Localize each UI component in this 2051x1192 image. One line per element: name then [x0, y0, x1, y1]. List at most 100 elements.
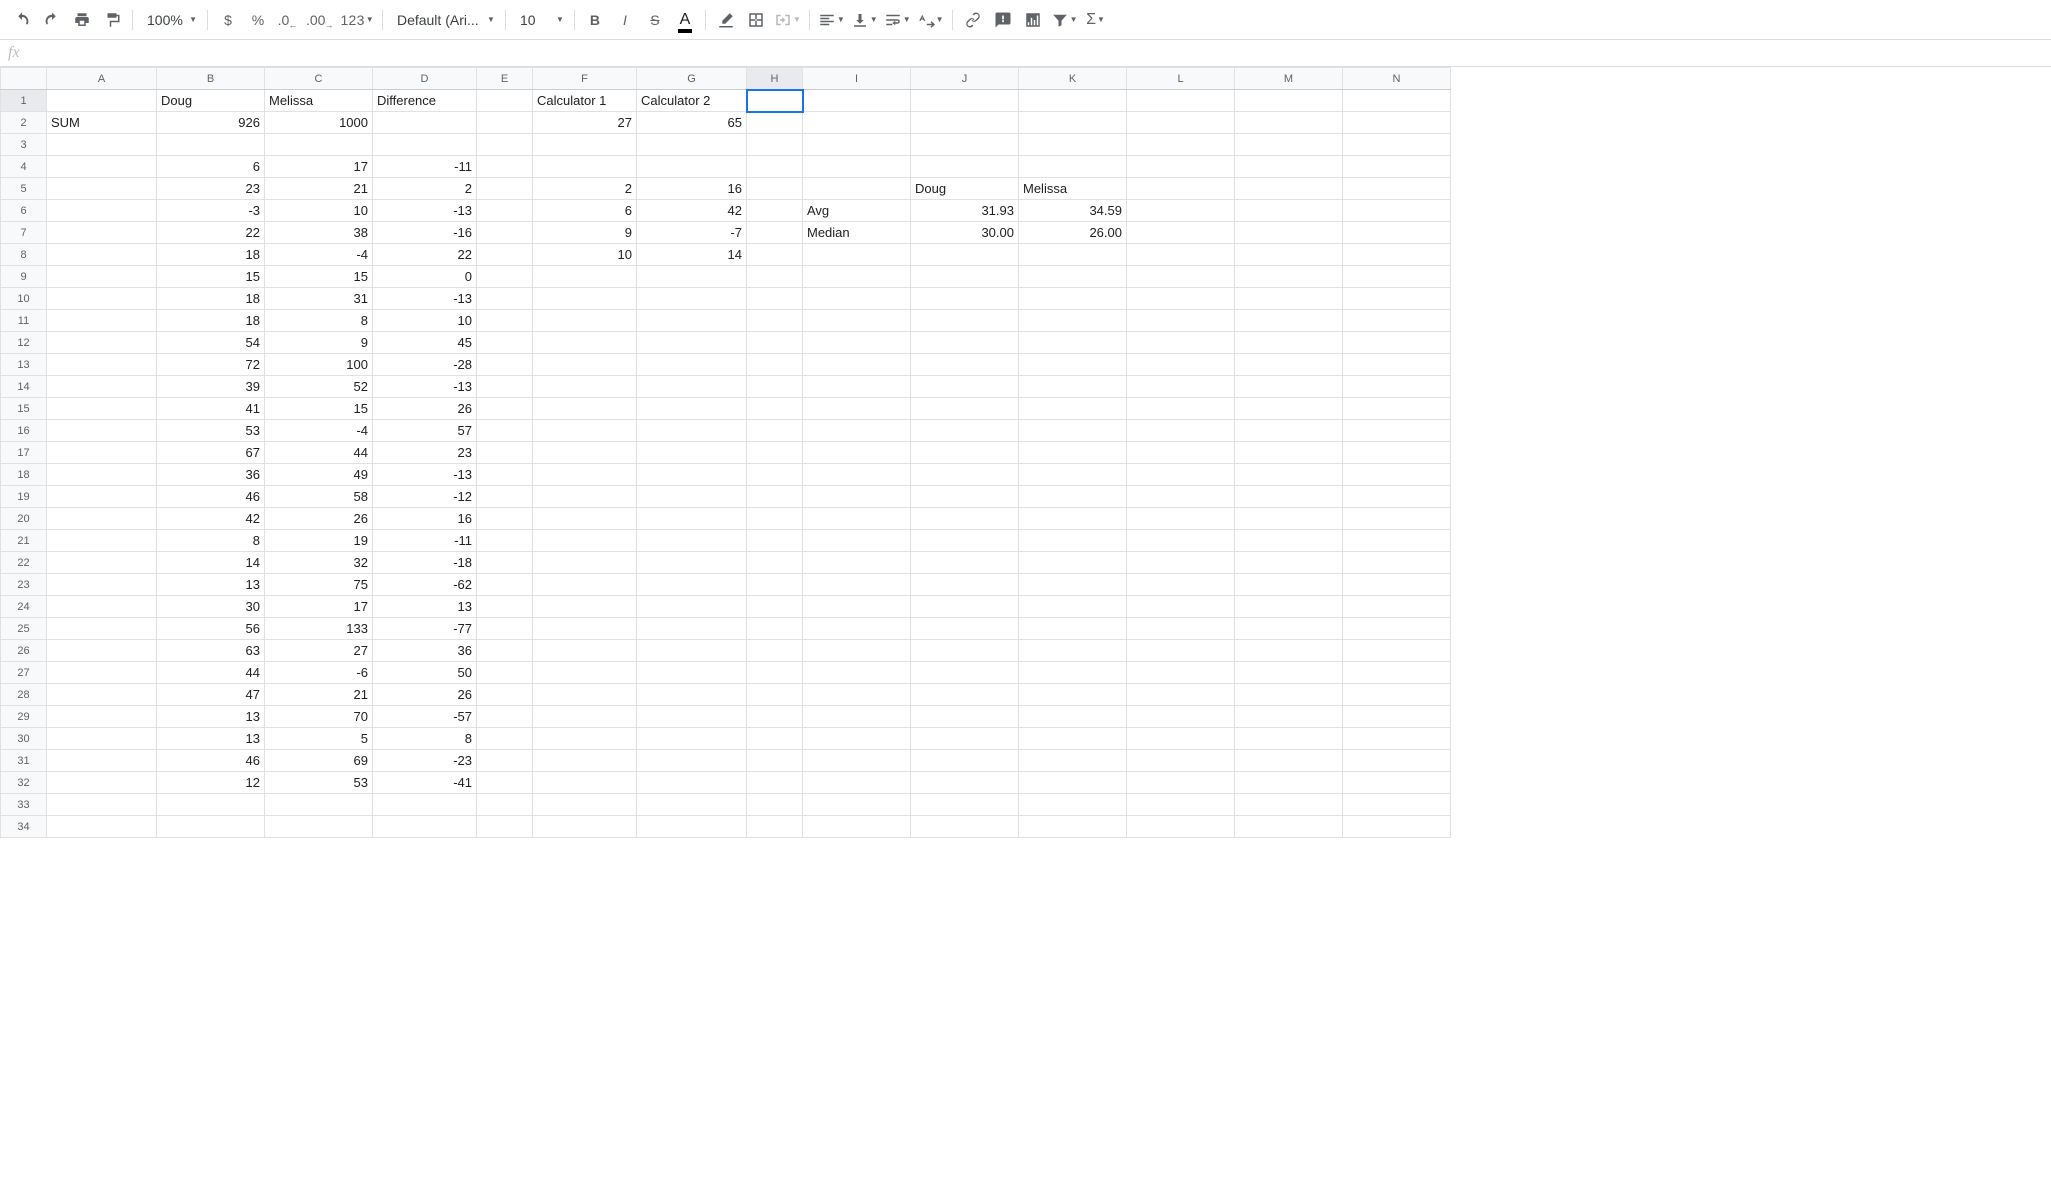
cell[interactable]	[803, 816, 911, 838]
cell[interactable]: Median	[803, 222, 911, 244]
cell[interactable]	[911, 398, 1019, 420]
strikethrough-button[interactable]: S	[641, 6, 669, 34]
cell[interactable]	[477, 134, 533, 156]
cell[interactable]: 5	[265, 728, 373, 750]
cell[interactable]	[47, 442, 157, 464]
cell[interactable]: -4	[265, 420, 373, 442]
row-header[interactable]: 12	[1, 332, 47, 354]
cell[interactable]	[911, 552, 1019, 574]
column-header[interactable]: B	[157, 68, 265, 90]
row-header[interactable]: 5	[1, 178, 47, 200]
cell[interactable]	[1019, 508, 1127, 530]
cell[interactable]	[47, 354, 157, 376]
cell[interactable]	[477, 640, 533, 662]
cell[interactable]	[1127, 112, 1235, 134]
cell[interactable]	[477, 574, 533, 596]
cell[interactable]	[747, 508, 803, 530]
cell[interactable]	[477, 706, 533, 728]
cell[interactable]: SUM	[47, 112, 157, 134]
cell[interactable]	[1127, 508, 1235, 530]
cell[interactable]: 6	[157, 156, 265, 178]
cell[interactable]	[637, 134, 747, 156]
vertical-align-button[interactable]: ▼	[849, 6, 880, 34]
cell[interactable]	[803, 354, 911, 376]
cell[interactable]: -23	[373, 750, 477, 772]
cell[interactable]: 42	[637, 200, 747, 222]
cell[interactable]	[911, 574, 1019, 596]
cell[interactable]	[1343, 244, 1451, 266]
row-header[interactable]: 27	[1, 662, 47, 684]
cell[interactable]: 47	[157, 684, 265, 706]
cell[interactable]	[803, 134, 911, 156]
cell[interactable]	[1343, 772, 1451, 794]
cell[interactable]	[803, 662, 911, 684]
cell[interactable]	[1343, 662, 1451, 684]
cell[interactable]	[1343, 574, 1451, 596]
cell[interactable]	[47, 574, 157, 596]
cell[interactable]	[477, 816, 533, 838]
cell[interactable]	[477, 728, 533, 750]
text-wrap-button[interactable]: ▼	[882, 6, 913, 34]
cell[interactable]	[747, 464, 803, 486]
cell[interactable]	[911, 640, 1019, 662]
cell[interactable]: Melissa	[1019, 178, 1127, 200]
cell[interactable]	[47, 816, 157, 838]
cell[interactable]	[803, 596, 911, 618]
cell[interactable]	[47, 794, 157, 816]
cell[interactable]	[1235, 112, 1343, 134]
cell[interactable]	[1019, 706, 1127, 728]
insert-link-button[interactable]	[959, 6, 987, 34]
cell[interactable]	[911, 772, 1019, 794]
cell[interactable]	[637, 530, 747, 552]
cell[interactable]	[1127, 398, 1235, 420]
cell[interactable]: -16	[373, 222, 477, 244]
row-header[interactable]: 9	[1, 266, 47, 288]
cell[interactable]	[1127, 464, 1235, 486]
cell[interactable]	[533, 376, 637, 398]
cell[interactable]	[1235, 376, 1343, 398]
row-header[interactable]: 28	[1, 684, 47, 706]
cell[interactable]	[1019, 816, 1127, 838]
text-color-button[interactable]: A	[671, 6, 699, 34]
cell[interactable]: 22	[373, 244, 477, 266]
cell[interactable]: 30	[157, 596, 265, 618]
cell[interactable]	[47, 618, 157, 640]
cell[interactable]: 70	[265, 706, 373, 728]
cell[interactable]	[1235, 156, 1343, 178]
cell[interactable]	[477, 310, 533, 332]
cell[interactable]	[47, 640, 157, 662]
row-header[interactable]: 15	[1, 398, 47, 420]
cell[interactable]	[911, 288, 1019, 310]
cell[interactable]	[637, 288, 747, 310]
cell[interactable]	[1235, 222, 1343, 244]
cell[interactable]	[1235, 442, 1343, 464]
cell[interactable]: -11	[373, 530, 477, 552]
decrease-decimal-button[interactable]: .0←	[274, 6, 302, 34]
cell[interactable]	[1343, 200, 1451, 222]
cell[interactable]: -11	[373, 156, 477, 178]
cell[interactable]: 23	[157, 178, 265, 200]
cell[interactable]: 57	[373, 420, 477, 442]
cell[interactable]	[477, 464, 533, 486]
column-header[interactable]: D	[373, 68, 477, 90]
cell[interactable]	[1019, 112, 1127, 134]
row-header[interactable]: 13	[1, 354, 47, 376]
cell[interactable]: 58	[265, 486, 373, 508]
cell[interactable]	[637, 354, 747, 376]
undo-button[interactable]	[8, 6, 36, 34]
cell[interactable]	[1019, 442, 1127, 464]
cell[interactable]	[911, 508, 1019, 530]
row-header[interactable]: 8	[1, 244, 47, 266]
cell[interactable]	[747, 310, 803, 332]
cell[interactable]	[747, 530, 803, 552]
cell[interactable]: 27	[265, 640, 373, 662]
cell[interactable]	[477, 354, 533, 376]
cell[interactable]	[637, 596, 747, 618]
cell[interactable]: 18	[157, 310, 265, 332]
cell[interactable]	[157, 134, 265, 156]
cell[interactable]	[1019, 750, 1127, 772]
cell[interactable]	[47, 222, 157, 244]
row-header[interactable]: 23	[1, 574, 47, 596]
cell[interactable]	[1235, 728, 1343, 750]
cell[interactable]	[637, 552, 747, 574]
